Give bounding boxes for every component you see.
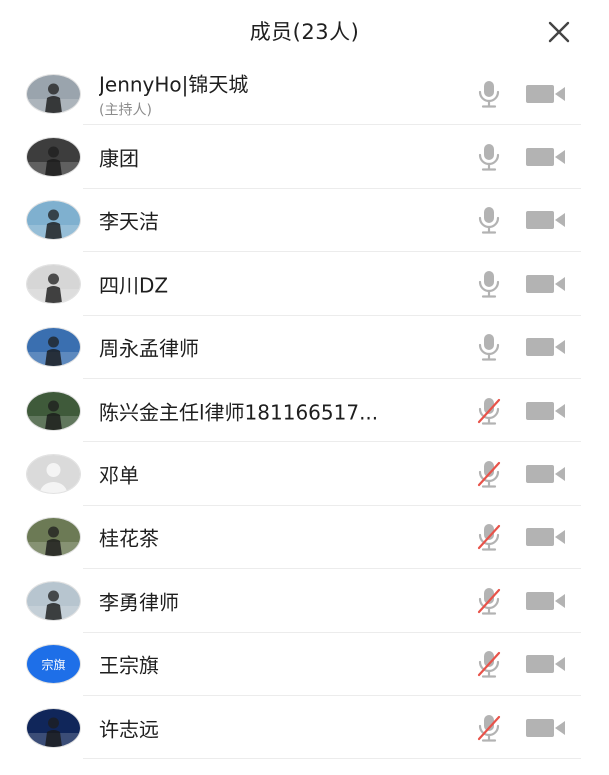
microphone-icon[interactable] <box>476 143 502 171</box>
microphone-muted-icon[interactable] <box>476 650 502 678</box>
video-camera-icon[interactable] <box>526 84 566 104</box>
video-camera-icon[interactable] <box>526 527 566 547</box>
member-info: 周永孟律师 <box>99 333 199 362</box>
member-info: 陈兴金主任l律师181166517... <box>99 396 378 425</box>
avatar <box>27 264 80 303</box>
microphone-icon[interactable] <box>476 270 502 298</box>
member-row[interactable]: 周永孟律师 <box>0 316 609 380</box>
avatar <box>27 391 80 430</box>
video-camera-icon[interactable] <box>526 654 566 674</box>
microphone-icon[interactable] <box>476 80 502 108</box>
member-name: JennyHo|锦天城 <box>99 72 249 97</box>
member-name: 陈兴金主任l律师181166517... <box>99 400 379 425</box>
avatar <box>27 138 80 177</box>
avatar <box>27 708 80 747</box>
video-camera-icon[interactable] <box>526 718 566 738</box>
close-icon[interactable] <box>547 20 571 44</box>
member-row[interactable]: 宗旗 王宗旗 <box>0 633 609 697</box>
member-name: 桂花茶 <box>99 526 159 551</box>
avatar <box>27 74 80 113</box>
video-camera-icon[interactable] <box>526 591 566 611</box>
member-info: 许志远 <box>99 713 159 742</box>
member-info: 邓单 <box>99 460 139 489</box>
microphone-muted-icon[interactable] <box>476 523 502 552</box>
avatar <box>27 201 80 240</box>
member-info: 李天洁 <box>99 206 159 235</box>
microphone-icon[interactable] <box>476 206 502 235</box>
member-info: 康团 <box>99 143 139 172</box>
avatar: 宗旗 <box>27 645 80 684</box>
page-title: 成员(23人) <box>249 20 360 44</box>
member-row[interactable]: 桂花茶 <box>0 506 609 570</box>
members-header: 成员(23人) <box>0 0 609 62</box>
microphone-muted-icon[interactable] <box>476 587 502 615</box>
member-role: (主持人) <box>99 102 152 119</box>
member-row[interactable]: 四川DZ <box>0 252 609 316</box>
video-camera-icon[interactable] <box>526 464 566 484</box>
member-row[interactable]: 康团 <box>0 125 609 190</box>
member-list: JennyHo|锦天城 (主持人) 康团李天洁四川DZ 周永孟律师陈兴金主任l律师18… <box>0 62 609 760</box>
member-row[interactable]: 许志远 <box>0 696 609 760</box>
member-name: 周永孟律师 <box>99 336 199 361</box>
member-name: 李勇律师 <box>99 590 179 615</box>
avatar-initials: 宗旗 <box>41 657 66 672</box>
avatar <box>27 455 80 494</box>
member-info: 桂花茶 <box>99 523 159 552</box>
member-info: 王宗旗 <box>99 650 159 679</box>
member-name: 康团 <box>99 146 139 171</box>
member-info: 四川DZ <box>99 269 168 298</box>
member-row[interactable]: 李勇律师 <box>0 569 609 633</box>
video-camera-icon[interactable] <box>526 147 566 167</box>
member-info: JennyHo|锦天城 (主持人) <box>99 68 248 119</box>
microphone-icon[interactable] <box>476 333 502 361</box>
avatar <box>27 518 80 557</box>
microphone-muted-icon[interactable] <box>476 460 502 488</box>
video-camera-icon[interactable] <box>526 337 566 357</box>
member-row[interactable]: 李天洁 <box>0 189 609 253</box>
microphone-muted-icon[interactable] <box>476 397 502 425</box>
member-info: 李勇律师 <box>99 586 179 615</box>
member-row[interactable]: 陈兴金主任l律师181166517... <box>0 379 609 443</box>
member-name: 四川DZ <box>99 273 169 298</box>
video-camera-icon[interactable] <box>526 274 566 294</box>
member-name: 邓单 <box>99 463 139 488</box>
microphone-muted-icon[interactable] <box>476 714 502 742</box>
member-row[interactable]: JennyHo|锦天城 (主持人) <box>0 62 609 126</box>
member-row[interactable]: 邓单 <box>0 442 609 507</box>
member-name: 许志远 <box>99 717 159 742</box>
video-camera-icon[interactable] <box>526 210 566 230</box>
member-name: 李天洁 <box>99 209 159 234</box>
avatar <box>27 328 80 367</box>
video-camera-icon[interactable] <box>526 401 566 421</box>
avatar <box>27 581 80 620</box>
member-name: 王宗旗 <box>99 653 159 678</box>
